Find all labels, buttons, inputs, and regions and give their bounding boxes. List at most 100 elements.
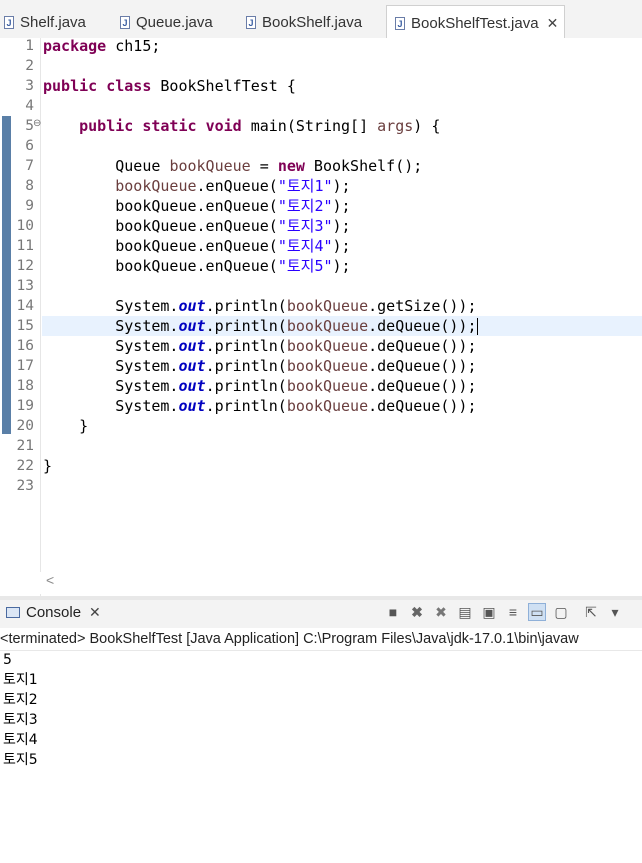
code-text: .deQueue()); — [368, 377, 477, 395]
tab-shelf-java[interactable]: J Shelf.java — [4, 6, 86, 38]
code-text: System. — [115, 397, 179, 415]
scroll-left-icon[interactable]: < — [46, 572, 54, 588]
clear-console-icon[interactable]: ▤ — [456, 603, 474, 621]
code-line-5: 5 ⊖ public static void main(String[] arg… — [0, 116, 642, 136]
java-file-icon: J — [120, 15, 130, 29]
console-header: Console ✕ ■ ✖ ✖ ▤ ▣ ≡ ▭ ▢ ⇱ ▾ — [0, 600, 642, 628]
code-line-4: 4 — [0, 96, 642, 116]
close-icon[interactable]: ✕ — [89, 604, 101, 621]
line-number: 6 — [25, 138, 34, 154]
console-tab-label: Console — [26, 604, 82, 621]
line-number: 15 — [16, 318, 34, 334]
code-line-10: 10 bookQueue.enQueue("토지3"); — [0, 216, 642, 236]
code-line-22: 22 } — [0, 456, 642, 476]
code-line-15: 15 System.out.println(bookQueue.deQueue(… — [0, 316, 642, 336]
code-text: System. — [115, 317, 179, 335]
code-text: main(String[] — [241, 117, 378, 135]
code-line-18: 18 System.out.println(bookQueue.deQueue(… — [0, 376, 642, 396]
parameter: args — [377, 117, 414, 135]
code-text: ); — [332, 177, 351, 195]
tab-label: BookShelf.java — [262, 13, 363, 31]
line-number: 3 — [25, 78, 34, 94]
java-file-icon: J — [395, 16, 405, 30]
show-console-on-output-icon[interactable]: ▭ — [528, 603, 546, 621]
code-text: ); — [332, 257, 351, 275]
line-number: 7 — [25, 158, 34, 174]
code-line-9: 9 bookQueue.enQueue("토지2"); — [0, 196, 642, 216]
show-console-on-error-icon[interactable]: ▢ — [552, 603, 570, 621]
line-number: 21 — [16, 438, 34, 454]
local-variable: bookQueue — [115, 197, 197, 215]
keyword: class — [106, 77, 152, 95]
string-literal: "토지4" — [277, 237, 333, 255]
code-line-1: 1 package ch15; — [0, 36, 642, 56]
keyword: static — [142, 117, 197, 135]
line-number: 14 — [16, 298, 34, 314]
keyword: new — [277, 157, 305, 175]
tab-bookshelftest-java[interactable]: J BookShelfTest.java ✕ — [386, 5, 566, 40]
keyword: void — [205, 117, 242, 135]
display-selected-console-icon[interactable]: ▾ — [606, 603, 624, 621]
line-number: 1 — [25, 38, 34, 54]
line-number: 4 — [25, 98, 34, 114]
local-variable: bookQueue — [286, 397, 369, 415]
code-text: .println( — [205, 397, 287, 415]
scroll-lock-icon[interactable]: ▣ — [480, 603, 498, 621]
code-line-2: 2 — [0, 56, 642, 76]
editor-tab-bar: J Shelf.java J Queue.java J BookShelf.ja… — [0, 0, 642, 40]
console-output-line: 5 — [3, 652, 12, 668]
code-text: } — [79, 417, 89, 435]
code-line-12: 12 bookQueue.enQueue("토지5"); — [0, 256, 642, 276]
static-field: out — [178, 357, 206, 375]
code-line-7: 7 Queue bookQueue = new BookShelf(); — [0, 156, 642, 176]
code-text: .enQueue( — [196, 217, 278, 235]
tab-queue-java[interactable]: J Queue.java — [120, 6, 213, 38]
tab-console[interactable]: Console ✕ — [6, 604, 101, 621]
code-text: ) { — [413, 117, 441, 135]
code-text: .deQueue()); — [368, 337, 477, 355]
code-text: System. — [115, 377, 179, 395]
code-text: .enQueue( — [196, 237, 278, 255]
line-number: 17 — [16, 358, 34, 374]
static-field: out — [178, 297, 206, 315]
code-text: .deQueue()); — [368, 317, 477, 335]
remove-launch-icon[interactable]: ✖ — [408, 603, 426, 621]
string-literal: "토지2" — [277, 197, 333, 215]
code-text: .deQueue()); — [368, 357, 477, 375]
code-text: Queue — [115, 157, 170, 175]
line-number: 22 — [16, 458, 34, 474]
keyword: package — [43, 37, 107, 55]
tab-label: BookShelfTest.java — [411, 14, 539, 32]
code-line-17: 17 System.out.println(bookQueue.deQueue(… — [0, 356, 642, 376]
string-literal: "토지3" — [277, 217, 333, 235]
word-wrap-icon[interactable]: ≡ — [504, 603, 522, 621]
code-text: System. — [115, 297, 179, 315]
fold-collapse-icon[interactable]: ⊖ — [33, 114, 41, 134]
horizontal-scrollbar[interactable]: < — [40, 572, 642, 594]
pin-console-icon[interactable]: ⇱ — [582, 603, 600, 621]
code-text: System. — [115, 337, 179, 355]
console-status: <terminated> BookShelfTest [Java Applica… — [0, 628, 642, 651]
local-variable: bookQueue — [286, 297, 369, 315]
keyword: public — [43, 77, 98, 95]
line-number: 12 — [16, 258, 34, 274]
remove-all-terminated-icon[interactable]: ✖ — [432, 603, 450, 621]
close-icon[interactable]: ✕ — [547, 15, 559, 32]
code-line-23: 23 — [0, 476, 642, 496]
line-number: 18 — [16, 378, 34, 394]
tab-bookshelf-java[interactable]: J BookShelf.java — [246, 6, 362, 38]
code-line-14: 14 System.out.println(bookQueue.getSize(… — [0, 296, 642, 316]
code-text: BookShelf(); — [304, 157, 423, 175]
local-variable: bookQueue — [115, 237, 197, 255]
local-variable: bookQueue — [286, 377, 369, 395]
tab-label: Shelf.java — [20, 13, 86, 31]
code-text: .println( — [205, 297, 287, 315]
console-output-line: 토지1 — [3, 672, 38, 688]
code-editor[interactable]: 1 package ch15; 2 3 public class BookShe… — [0, 36, 642, 598]
code-line-16: 16 System.out.println(bookQueue.deQueue(… — [0, 336, 642, 356]
line-number: 20 — [16, 418, 34, 434]
line-number: 19 — [16, 398, 34, 414]
console-toolbar: ■ ✖ ✖ ▤ ▣ ≡ ▭ ▢ ⇱ ▾ — [384, 603, 630, 621]
code-text: System. — [115, 357, 179, 375]
terminate-icon[interactable]: ■ — [384, 603, 402, 621]
